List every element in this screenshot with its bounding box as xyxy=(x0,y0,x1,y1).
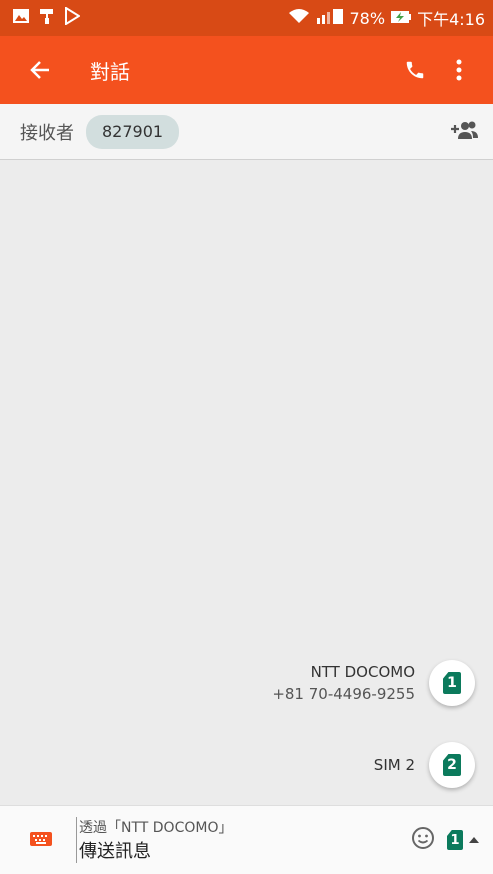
app-bar: 對話 xyxy=(0,36,493,104)
sim-card-icon: 1 xyxy=(447,830,463,850)
arrow-back-icon xyxy=(30,61,49,79)
battery-percent: 78% xyxy=(349,8,386,28)
emoji-button[interactable] xyxy=(411,826,435,854)
image-notification-icon xyxy=(12,8,30,28)
clock: 下午4:16 xyxy=(417,10,485,29)
page-title: 對話 xyxy=(90,59,130,84)
status-bar: 78% 下午4:16 xyxy=(0,0,493,36)
sim-selector-button[interactable]: 1 xyxy=(447,830,479,850)
caret-up-icon xyxy=(469,837,479,843)
phone-icon xyxy=(406,61,424,79)
wifi-icon xyxy=(288,8,310,28)
add-person-button[interactable] xyxy=(449,120,479,144)
message-composer: 透過「NTT DOCOMO」 傳送訊息 1 xyxy=(0,805,493,874)
sim-card-icon: 1 xyxy=(443,672,461,694)
sim-carrier-name: NTT DOCOMO xyxy=(310,663,415,681)
call-button[interactable] xyxy=(393,48,437,92)
recipient-chip[interactable]: 827901 xyxy=(86,114,180,149)
play-store-icon xyxy=(64,6,81,29)
sim-option-sim2[interactable]: SIM 2 2 xyxy=(374,742,475,788)
overflow-menu-button[interactable] xyxy=(437,48,481,92)
sim-carrier-name: SIM 2 xyxy=(373,756,415,774)
keyboard-button[interactable] xyxy=(30,831,52,850)
sim-1-button[interactable]: 1 xyxy=(429,660,475,706)
recipient-label: 接收者 xyxy=(20,122,74,144)
sim-card-icon: 2 xyxy=(443,754,461,776)
more-vert-icon xyxy=(456,59,462,81)
sim-hint: 透過「NTT DOCOMO」 xyxy=(79,820,233,836)
signal-icon xyxy=(315,8,345,28)
keyboard-icon xyxy=(30,831,52,846)
back-button[interactable] xyxy=(18,48,62,92)
sim-option-ntt-docomo[interactable]: NTT DOCOMO +81 70-4496-9255 1 xyxy=(272,660,475,706)
group-add-icon xyxy=(451,121,478,139)
sim-phone-number: +81 70-4496-9255 xyxy=(272,685,415,703)
recipient-row: 接收者 827901 xyxy=(0,104,493,160)
sim-2-button[interactable]: 2 xyxy=(429,742,475,788)
emoji-icon xyxy=(412,827,434,849)
conversation-area: NTT DOCOMO +81 70-4496-9255 1 SIM 2 2 xyxy=(0,160,493,805)
message-input[interactable]: 透過「NTT DOCOMO」 傳送訊息 xyxy=(76,817,411,863)
battery-charging-icon xyxy=(390,9,412,28)
paint-roller-icon xyxy=(38,7,56,29)
message-placeholder: 傳送訊息 xyxy=(79,841,151,862)
